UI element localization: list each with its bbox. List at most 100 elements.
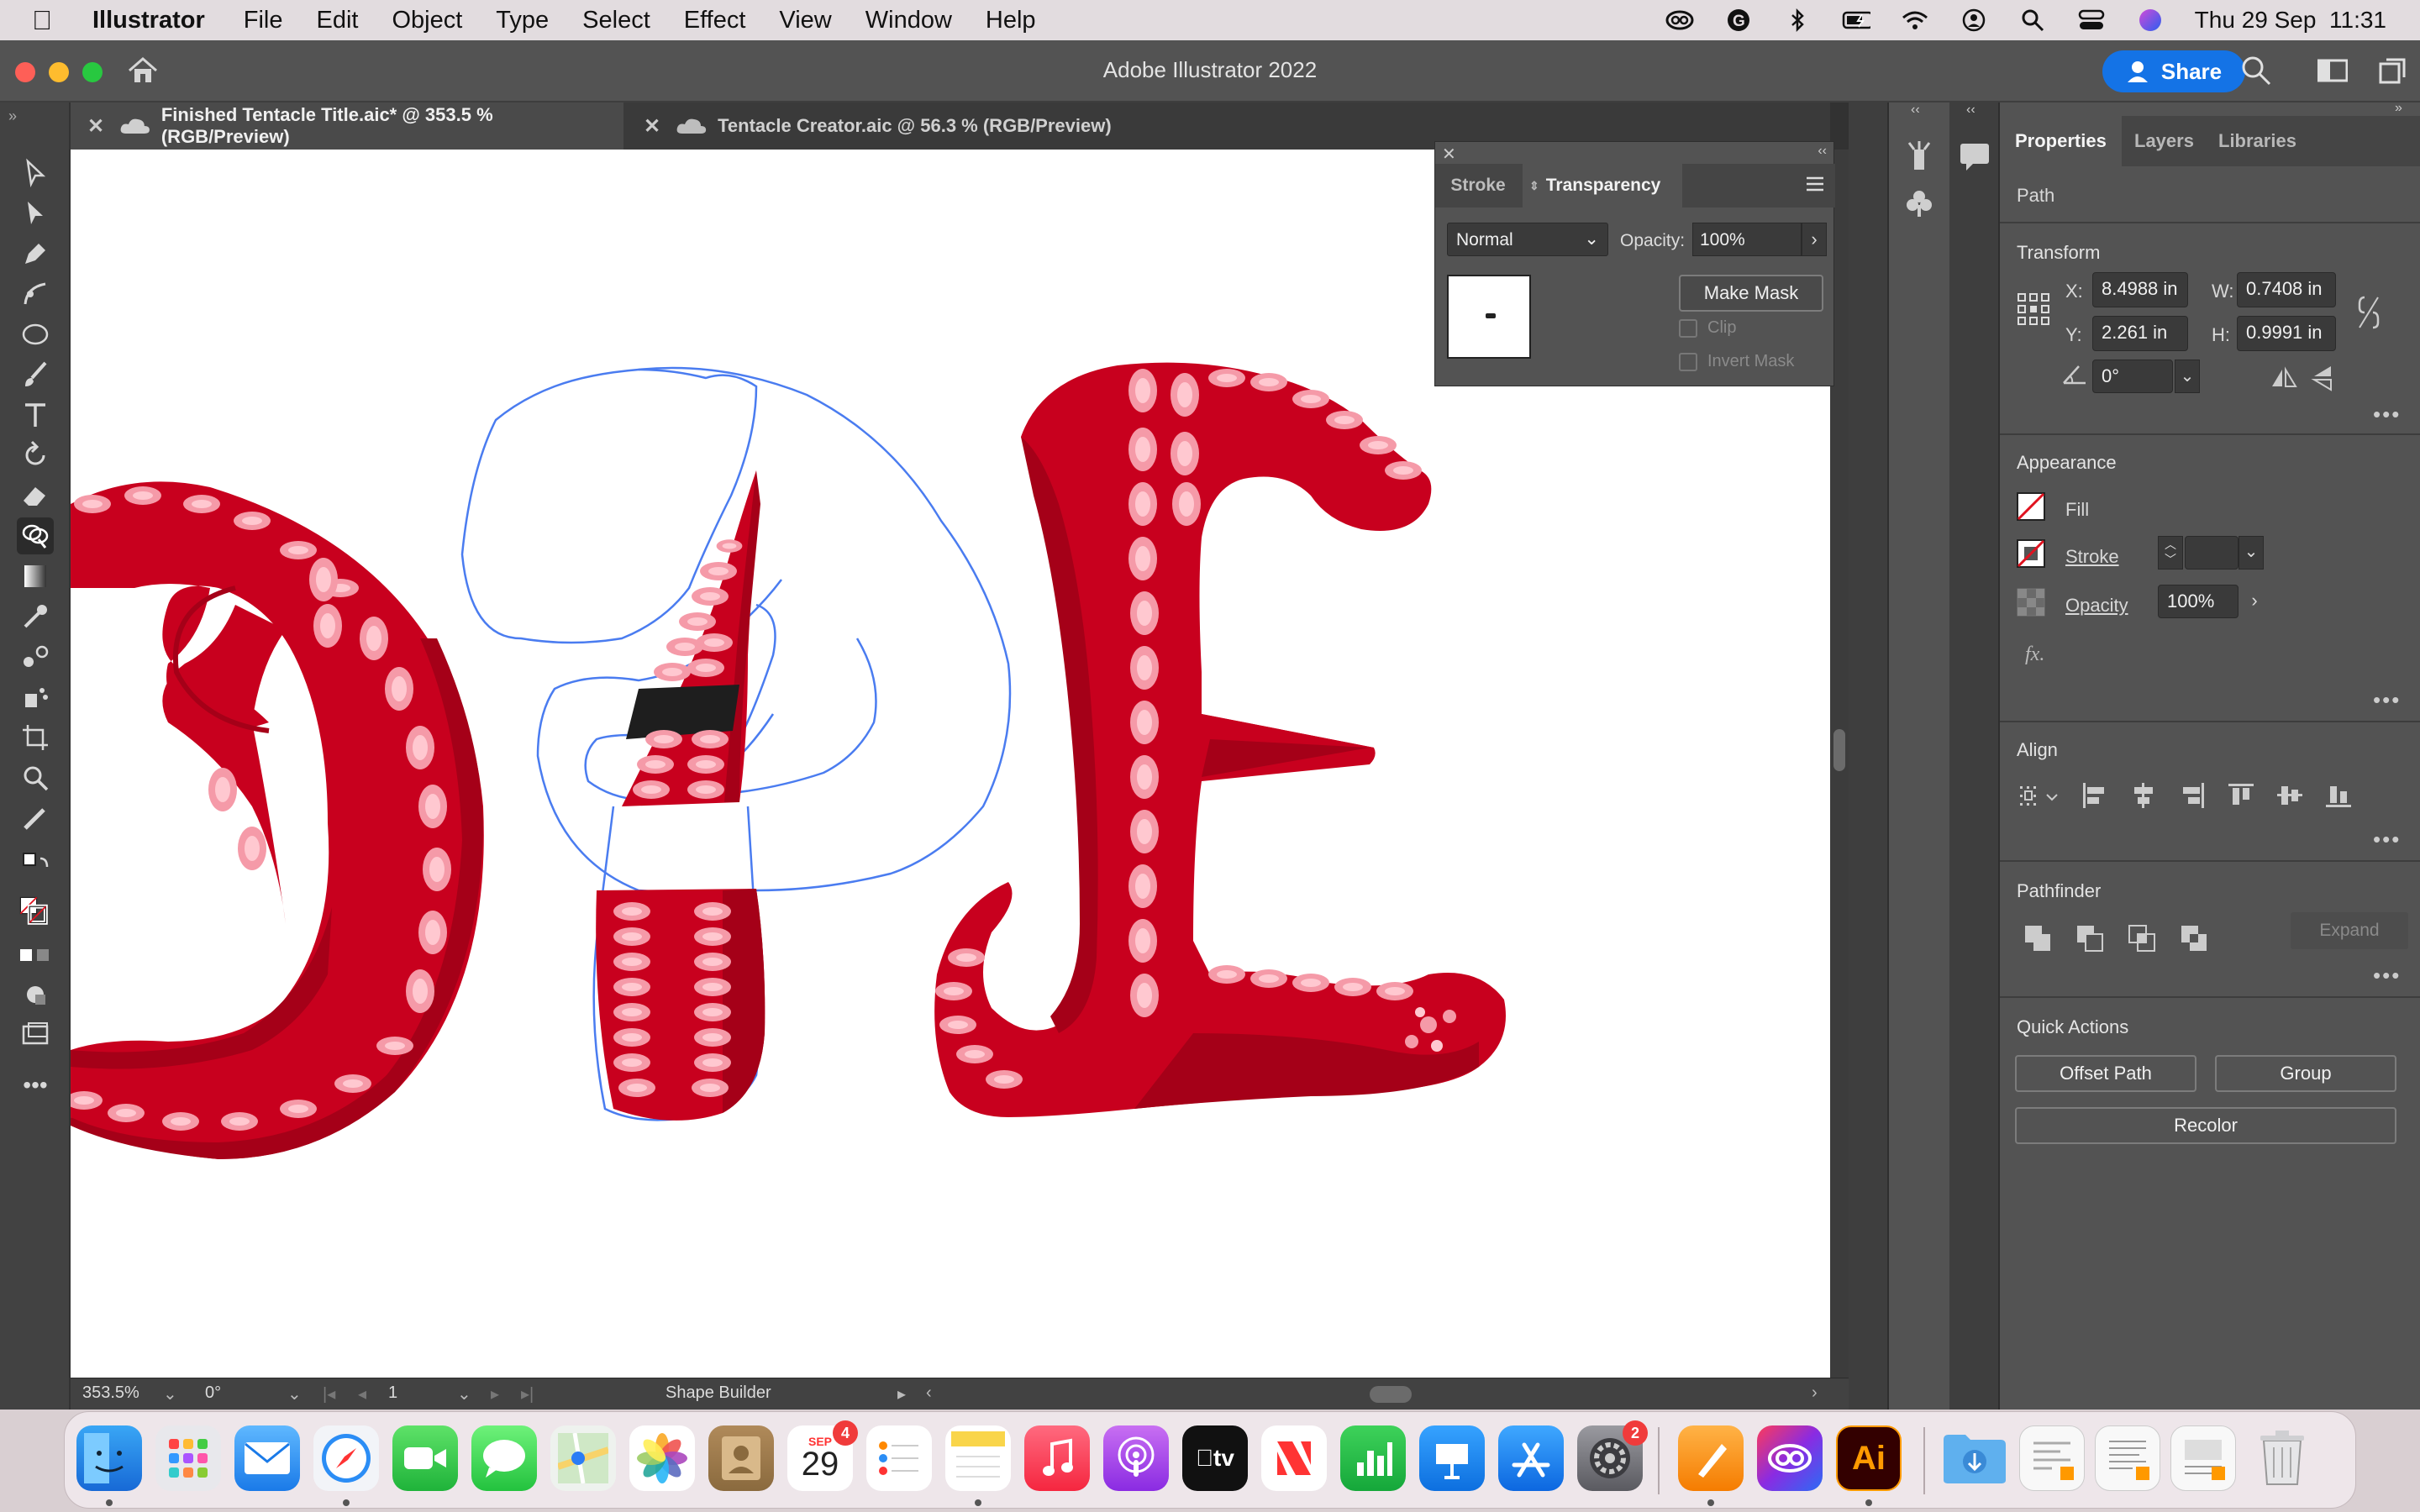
menu-type[interactable]: Type	[496, 7, 549, 34]
news-icon[interactable]	[1261, 1425, 1327, 1491]
flip-horizontal-icon[interactable]	[2270, 366, 2297, 394]
align-vertical-center-icon[interactable]	[2275, 781, 2304, 814]
width-input[interactable]: 0.7408 in	[2237, 272, 2336, 307]
status-menu-icon[interactable]: ▸	[897, 1383, 906, 1404]
eraser-tool-icon[interactable]	[17, 477, 54, 514]
launchpad-icon[interactable]	[155, 1425, 221, 1491]
podcasts-icon[interactable]	[1103, 1425, 1169, 1491]
rotation-dropdown-icon[interactable]: ⌄	[287, 1383, 302, 1404]
search-help-icon[interactable]	[2239, 54, 2273, 92]
scroll-right-icon[interactable]: ›	[1812, 1383, 1818, 1403]
notes-icon[interactable]	[945, 1425, 1011, 1491]
siri-icon[interactable]	[2136, 8, 2165, 33]
recent-document-thumbnail-icon[interactable]	[2170, 1425, 2236, 1491]
selection-tool-icon[interactable]	[17, 155, 54, 192]
trash-icon[interactable]	[2249, 1425, 2315, 1491]
app-menu[interactable]: Illustrator	[92, 7, 205, 34]
opacity-slider-icon[interactable]: ›	[2242, 585, 2267, 618]
workspace-switcher-icon[interactable]	[2317, 59, 2349, 88]
height-input[interactable]: 0.9991 in	[2237, 316, 2336, 351]
symbol-sprayer-tool-icon[interactable]	[17, 679, 54, 716]
scroll-left-icon[interactable]: ‹	[926, 1383, 932, 1403]
color-mode-icons[interactable]	[8, 942, 59, 979]
curvature-tool-icon[interactable]	[17, 276, 54, 312]
blend-mode-select[interactable]: Normal ⌄	[1447, 223, 1608, 256]
arrange-documents-icon[interactable]	[2378, 57, 2407, 90]
menu-window[interactable]: Window	[865, 7, 952, 34]
close-tab-icon[interactable]: ✕	[644, 114, 660, 139]
pathfinder-unite-icon[interactable]	[2023, 924, 2052, 957]
apple-menu-icon[interactable]: 	[32, 5, 52, 36]
invert-mask-checkbox[interactable]: Invert Mask	[1679, 352, 1794, 371]
tab-tentacle-creator[interactable]: ✕ Tentacle Creator.aic @ 56.3 % (RGB/Pre…	[627, 102, 1165, 150]
pathfinder-minus-front-icon[interactable]	[2075, 924, 2104, 957]
menu-view[interactable]: View	[779, 7, 831, 34]
align-bottom-icon[interactable]	[2324, 781, 2353, 814]
more-appearance-options-icon[interactable]: •••	[2373, 687, 2401, 713]
offset-path-button[interactable]: Offset Path	[2015, 1055, 2196, 1092]
tab-stroke[interactable]: Stroke	[1435, 164, 1521, 207]
pathfinder-exclude-icon[interactable]	[2180, 924, 2208, 957]
angle-dropdown-chevron-icon[interactable]: ⌄	[2175, 360, 2200, 393]
last-artboard-icon[interactable]: ▸|	[521, 1383, 534, 1404]
fill-label[interactable]: Fill	[2065, 499, 2089, 521]
expand-toolbar-icon[interactable]: »	[8, 108, 17, 125]
stroke-label[interactable]: Stroke	[2065, 546, 2119, 568]
horizontal-scrollbar-thumb[interactable]	[1370, 1386, 1412, 1403]
music-icon[interactable]	[1024, 1425, 1090, 1491]
pages-icon[interactable]	[1678, 1425, 1744, 1491]
panel-menu-icon[interactable]	[1805, 174, 1825, 198]
swap-fill-stroke-icon[interactable]	[17, 847, 54, 884]
rotate-angle-input[interactable]: 0°	[2092, 360, 2173, 393]
symbols-club-icon[interactable]	[1902, 186, 1936, 224]
artboard-tool-icon[interactable]	[17, 719, 54, 756]
constrain-proportions-link-icon[interactable]	[2356, 294, 2381, 335]
letter-o-tentacle[interactable]	[71, 481, 484, 1159]
clip-checkbox[interactable]: Clip	[1679, 318, 1736, 338]
grammarly-icon[interactable]: G	[1724, 8, 1753, 33]
wifi-icon[interactable]	[1901, 8, 1929, 33]
messages-icon[interactable]	[471, 1425, 537, 1491]
reference-point-icon[interactable]	[2017, 292, 2050, 330]
gradient-tool-icon[interactable]	[17, 558, 54, 595]
reminders-icon[interactable]	[866, 1425, 932, 1491]
creative-cloud-app-icon[interactable]	[1757, 1425, 1823, 1491]
zoom-dropdown-icon[interactable]: ⌄	[163, 1383, 177, 1404]
contacts-icon[interactable]	[708, 1425, 774, 1491]
user-account-icon[interactable]	[1960, 8, 1988, 33]
more-tools-icon[interactable]: •••	[17, 1067, 54, 1104]
safari-icon[interactable]	[313, 1425, 379, 1491]
expand-button[interactable]: Expand	[2291, 912, 2408, 949]
tab-layers[interactable]: Layers	[2119, 116, 2209, 166]
align-top-icon[interactable]	[2227, 781, 2255, 814]
rotation-field[interactable]: 0°	[205, 1383, 221, 1403]
letter-e-tentacle[interactable]	[934, 362, 1506, 1118]
x-position-input[interactable]: 8.4988 in	[2092, 272, 2188, 307]
apple-tv-icon[interactable]: tv	[1182, 1425, 1248, 1491]
recent-document-thumbnail-icon[interactable]	[2095, 1425, 2160, 1491]
align-to-selection-icon[interactable]	[2018, 785, 2062, 814]
maps-icon[interactable]	[550, 1425, 616, 1491]
spotlight-search-icon[interactable]	[2018, 8, 2047, 33]
artboard-dropdown-icon[interactable]: ⌄	[457, 1383, 471, 1404]
facetime-icon[interactable]	[392, 1425, 458, 1491]
collapse-icon[interactable]: ‹‹	[1911, 102, 1920, 118]
letter-p-tentacle[interactable]	[596, 470, 765, 1121]
opacity-slider-chevron-icon[interactable]: ›	[1802, 223, 1827, 256]
tab-finished-tentacle-title[interactable]: ✕ Finished Tentacle Title.aic* @ 353.5 %…	[71, 102, 623, 150]
control-center-icon[interactable]	[2077, 8, 2106, 33]
stroke-weight-dropdown-icon[interactable]: ⌄	[2238, 536, 2264, 570]
more-transform-options-icon[interactable]: •••	[2373, 402, 2401, 428]
shape-builder-tool-icon[interactable]	[17, 517, 54, 554]
photos-icon[interactable]	[629, 1425, 695, 1491]
align-horizontal-center-icon[interactable]	[2129, 781, 2158, 814]
symbol-sprayer-panel-icon[interactable]	[1902, 139, 1936, 177]
finder-icon[interactable]	[76, 1425, 142, 1491]
blend-tool-icon[interactable]	[17, 638, 54, 675]
next-artboard-icon[interactable]: ▸	[491, 1383, 499, 1404]
direct-selection-tool-icon[interactable]	[17, 195, 54, 232]
appearance-opacity-input[interactable]: 100%	[2158, 585, 2238, 618]
y-position-input[interactable]: 2.261 in	[2092, 316, 2188, 351]
draw-mode-icon[interactable]	[17, 976, 54, 1013]
align-right-icon[interactable]	[2178, 781, 2207, 814]
